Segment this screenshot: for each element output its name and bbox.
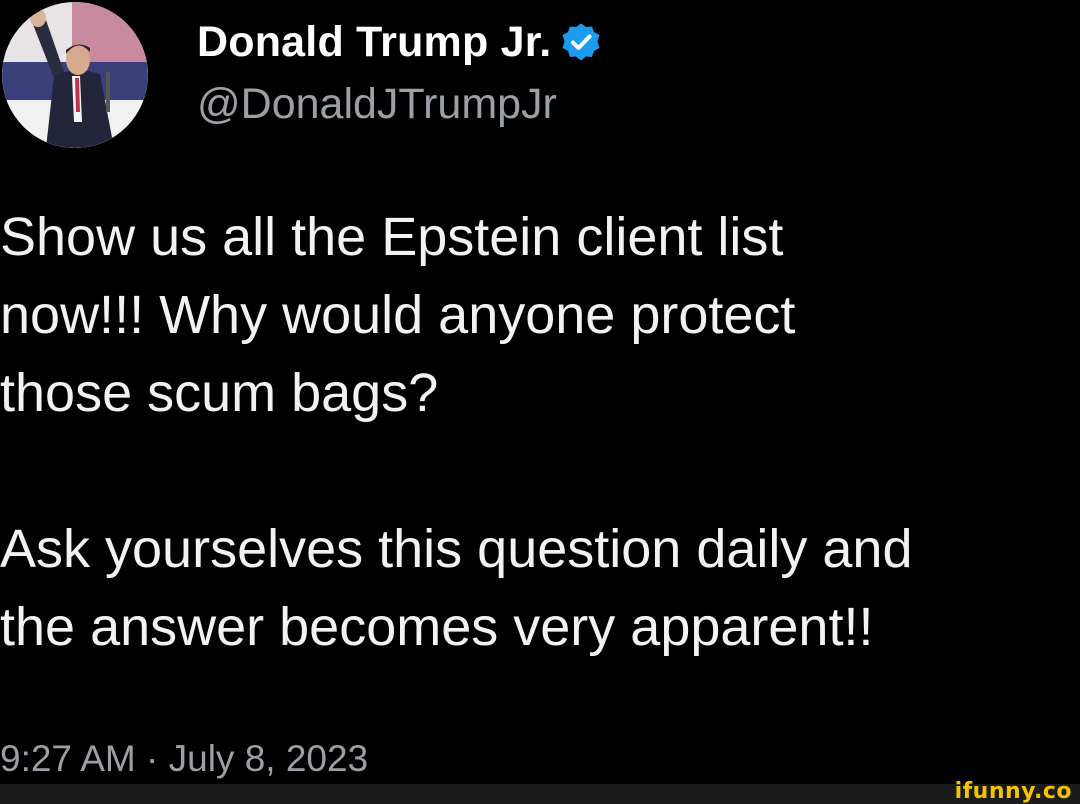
display-name[interactable]: Donald Trump Jr.: [197, 18, 551, 67]
avatar[interactable]: [2, 2, 148, 148]
ifunny-watermark: ifunny.co: [954, 779, 1072, 804]
footer-bar: [0, 784, 1080, 804]
tweet-line: now!!! Why would anyone protect: [0, 285, 796, 345]
tweet-line: the answer becomes very apparent!!: [0, 597, 874, 657]
tweet-timestamp[interactable]: 9:27 AM · July 8, 2023: [0, 738, 368, 780]
verified-badge-icon: [561, 22, 601, 62]
tweet-line: Show us all the Epstein client list: [0, 207, 784, 267]
tweet-line: Ask yourselves this question daily and: [0, 519, 913, 579]
tweet-body: Show us all the Epstein client list now!…: [0, 198, 1080, 666]
profile-photo-icon: [2, 2, 148, 148]
tweet-line: those scum bags?: [0, 363, 439, 423]
tweet-card: Donald Trump Jr. @DonaldJTrumpJr Show us…: [0, 0, 1080, 784]
author-name-row: Donald Trump Jr.: [197, 14, 601, 70]
user-handle[interactable]: @DonaldJTrumpJr: [197, 80, 557, 129]
